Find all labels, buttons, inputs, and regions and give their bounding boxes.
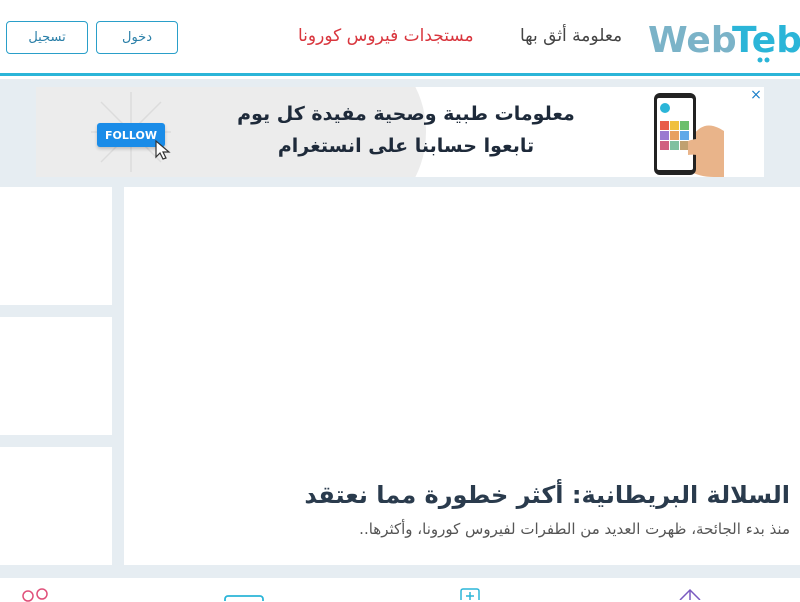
medical-icon[interactable] (458, 586, 482, 600)
nav-link-corona-updates[interactable]: مستجدات فيروس كورونا (298, 26, 474, 46)
featured-article-summary: منذ بدء الجائحة، ظهرت العديد من الطفرات … (359, 520, 790, 538)
featured-article-headline[interactable]: السلالة البريطانية: أكثر خطورة مما نعتقد (304, 481, 790, 509)
side-article-card[interactable] (0, 447, 112, 565)
featured-article-card[interactable]: السلالة البريطانية: أكثر خطورة مما نعتقد… (124, 187, 800, 565)
ad-headline: معلومات طبية وصحية مفيدة كل يوم (237, 103, 575, 125)
side-article-card[interactable] (0, 187, 112, 305)
cursor-icon (155, 139, 171, 160)
webteb-logo-graphic: Web Teb (648, 20, 800, 63)
ad-subheadline: تابعوا حسابنا على انستغرام (277, 135, 535, 157)
tablet-icon[interactable] (224, 595, 264, 601)
register-button[interactable]: تسجيل (6, 21, 88, 54)
side-article-card[interactable] (0, 317, 112, 435)
nav-link-trusted-info[interactable]: معلومة أثق بها (520, 26, 622, 46)
svg-text:Web: Web (648, 20, 737, 61)
content-area: السلالة البريطانية: أكثر خطورة مما نعتقد… (0, 187, 800, 578)
ad-close-icon[interactable]: × (748, 87, 764, 103)
ad-background-curve (286, 87, 426, 177)
phone-in-hand-icon (654, 93, 724, 177)
site-header: تسجيل دخول مستجدات فيروس كورونا معلومة أ… (0, 0, 800, 76)
webteb-logo[interactable]: Web Teb (648, 14, 800, 66)
category-icons-bar (0, 578, 800, 602)
gift-icon[interactable] (674, 586, 706, 600)
ad-strip: FOLLOW معلومات طبية وصحية مفيدة كل يوم ت… (0, 79, 800, 187)
instagram-ad-banner[interactable]: FOLLOW معلومات طبية وصحية مفيدة كل يوم ت… (36, 87, 764, 177)
login-button[interactable]: دخول (96, 21, 178, 54)
svg-text:Teb: Teb (732, 20, 800, 61)
